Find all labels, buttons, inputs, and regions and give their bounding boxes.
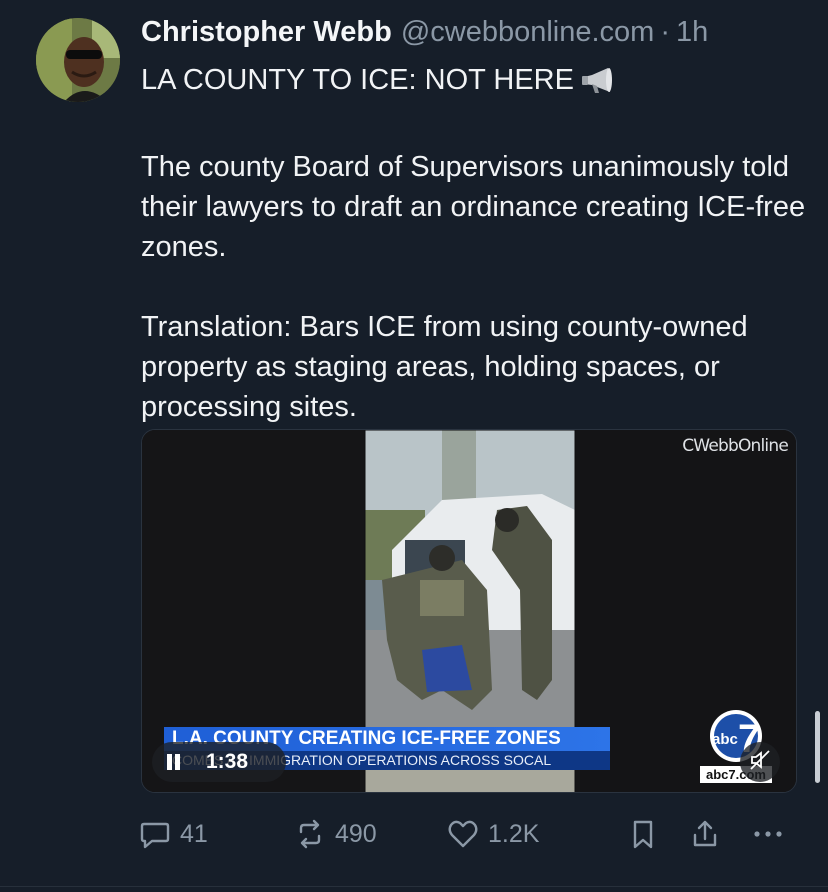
like-count: 1.2K <box>488 819 540 848</box>
muted-speaker-icon <box>749 749 771 776</box>
heart-icon <box>446 817 480 851</box>
reply-count: 41 <box>180 819 208 848</box>
post-actions: 41 490 1.2K <box>138 812 798 856</box>
post-divider <box>0 886 828 887</box>
share-button[interactable] <box>688 812 722 856</box>
scrollbar-thumb[interactable] <box>815 711 820 783</box>
megaphone-icon <box>580 66 616 107</box>
post-paragraph-1: The county Board of Supervisors unanimou… <box>141 151 806 263</box>
video-player[interactable]: CWebbOnline L.A. COUNTY CREATING ICE-FRE… <box>141 429 797 793</box>
post-headline-line: LA COUNTY TO ICE: NOT HERE <box>141 60 811 107</box>
repost-arrows-icon <box>293 817 327 851</box>
post-header: Christopher Webb @cwebbonline.com · 1h <box>141 16 708 54</box>
post-text: LA COUNTY TO ICE: NOT HERE The county Bo… <box>141 60 811 427</box>
repost-button[interactable]: 490 <box>293 812 377 856</box>
video-watermark: CWebbOnline <box>682 436 789 456</box>
separator-dot: · <box>660 16 670 48</box>
repost-count: 490 <box>335 819 377 848</box>
bookmark-button[interactable] <box>626 812 660 856</box>
reply-button[interactable]: 41 <box>138 812 208 856</box>
ellipsis-icon <box>750 817 786 851</box>
video-duration: 1:38 <box>206 750 249 773</box>
bookmark-icon <box>626 817 660 851</box>
post-timestamp[interactable]: 1h <box>676 16 708 49</box>
abc-logo-text: abc <box>712 731 738 748</box>
speech-bubble-icon <box>138 817 172 851</box>
pause-icon[interactable] <box>152 742 192 782</box>
author-handle[interactable]: @cwebbonline.com <box>401 16 655 49</box>
share-icon <box>688 817 722 851</box>
post-headline: LA COUNTY TO ICE: NOT HERE <box>141 64 574 96</box>
post-paragraph-2: Translation: Bars ICE from using county-… <box>141 311 748 423</box>
playback-controls: 1:38 <box>152 742 286 782</box>
mute-button[interactable] <box>740 742 780 782</box>
like-button[interactable]: 1.2K <box>446 812 539 856</box>
avatar[interactable] <box>36 18 120 102</box>
more-options-button[interactable] <box>750 812 786 856</box>
post: Christopher Webb @cwebbonline.com · 1h L… <box>0 0 828 892</box>
author-name[interactable]: Christopher Webb <box>141 16 392 49</box>
